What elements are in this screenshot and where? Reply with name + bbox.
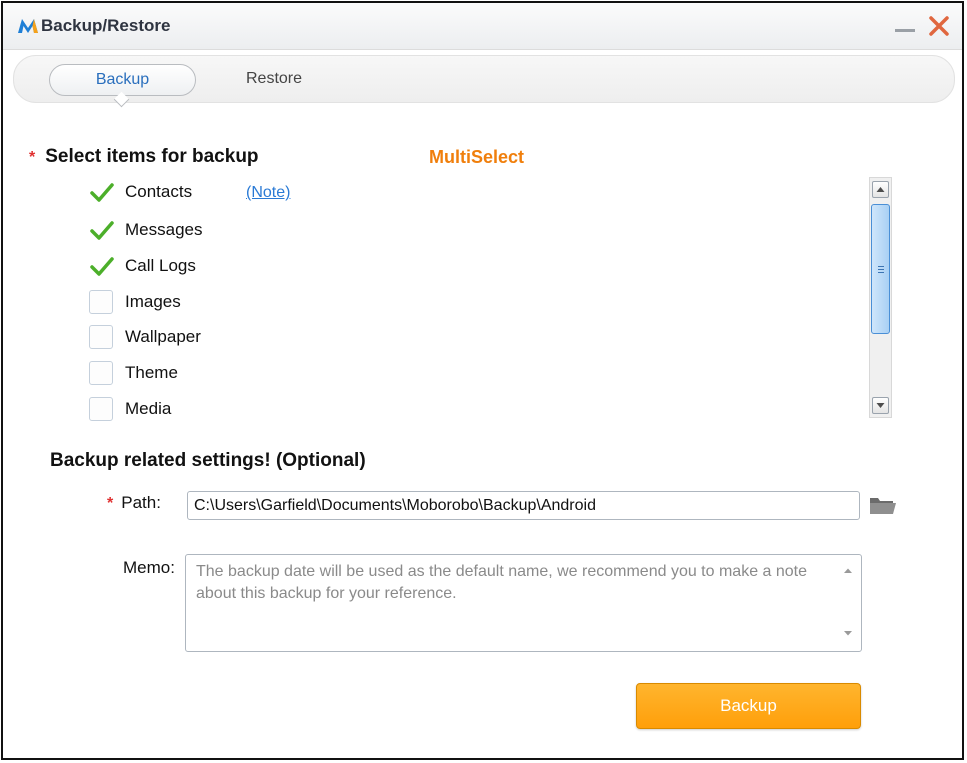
item-label-call-logs: Call Logs xyxy=(125,256,196,275)
minimize-button[interactable] xyxy=(892,13,918,39)
item-label-messages: Messages xyxy=(125,220,203,239)
item-label-wallpaper: Wallpaper xyxy=(125,327,201,346)
scroll-up-arrow-icon xyxy=(876,187,885,192)
checkmark-icon xyxy=(90,221,114,240)
path-label: * Path: xyxy=(107,493,161,513)
memo-textarea[interactable]: The backup date will be used as the defa… xyxy=(185,554,862,652)
memo-placeholder: The backup date will be used as the defa… xyxy=(196,563,808,602)
tab-restore[interactable]: Restore xyxy=(229,64,319,94)
multiselect-link[interactable]: MultiSelect xyxy=(429,147,524,168)
checkbox-theme[interactable] xyxy=(89,361,113,385)
checkbox-media[interactable] xyxy=(89,397,113,421)
tab-backup[interactable]: Backup xyxy=(49,64,196,96)
path-label-text: Path: xyxy=(121,493,161,512)
checkmark-icon xyxy=(90,183,114,202)
select-items-title: Select items for backup xyxy=(45,146,259,167)
item-label-media: Media xyxy=(125,399,172,418)
select-items-heading: * Select items for backup xyxy=(29,146,259,168)
window-title: Backup/Restore xyxy=(41,16,171,35)
path-input[interactable] xyxy=(187,491,860,520)
item-label-contacts: Contacts xyxy=(125,182,193,201)
required-marker: * xyxy=(107,495,114,512)
backup-restore-window: Backup/Restore Backup Restore * Select it… xyxy=(1,1,964,760)
title-bar: Backup/Restore xyxy=(3,3,962,50)
grip-icon xyxy=(878,266,884,267)
memo-label: Memo: xyxy=(123,558,175,577)
scroll-down-button[interactable] xyxy=(872,397,889,414)
scroll-up-button[interactable] xyxy=(872,181,889,198)
moborobo-logo-icon xyxy=(18,19,38,33)
checkbox-call-logs[interactable] xyxy=(89,254,114,278)
backup-button[interactable]: Backup xyxy=(636,683,861,729)
scroll-thumb[interactable] xyxy=(871,204,890,334)
close-icon[interactable] xyxy=(926,13,952,39)
scroll-down-arrow-icon xyxy=(876,403,885,408)
item-label-theme: Theme xyxy=(125,363,178,382)
note-link[interactable]: (Note) xyxy=(246,184,290,202)
checkbox-messages[interactable] xyxy=(89,218,114,242)
checkmark-icon xyxy=(90,257,114,276)
required-marker: * xyxy=(29,149,36,166)
tab-bar: Backup Restore xyxy=(13,55,955,103)
checkbox-wallpaper[interactable] xyxy=(89,325,113,349)
item-label-images: Images xyxy=(125,292,181,311)
items-scrollbar[interactable] xyxy=(869,177,892,418)
scroll-up-arrow-icon[interactable] xyxy=(843,567,853,574)
backup-settings-heading: Backup related settings! (Optional) xyxy=(50,450,366,471)
checkbox-images[interactable] xyxy=(89,290,113,314)
folder-icon[interactable] xyxy=(869,495,897,515)
checkbox-contacts[interactable] xyxy=(89,180,114,204)
scroll-down-arrow-icon[interactable] xyxy=(843,630,853,637)
